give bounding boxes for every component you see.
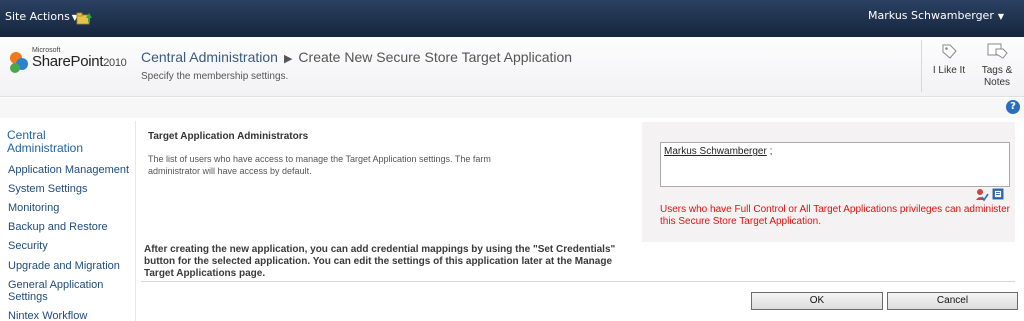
cancel-button[interactable]: Cancel [887,292,1018,310]
logo-product-text: SharePoint2010 [32,53,127,70]
section-title: Target Application Administrators [148,131,309,142]
credentials-note: After creating the new application, you … [144,244,616,279]
nav-item-nintex-workflow[interactable]: Nintex Workflow [8,310,87,321]
help-icon[interactable]: ? [1006,100,1020,114]
user-menu[interactable]: Markus Schwamberger ▼ [868,9,1004,22]
check-names-icon[interactable] [975,188,989,202]
site-actions-label: Site Actions [5,10,70,23]
breadcrumb-separator-icon: ▶ [283,53,293,65]
logo-version-text: 2010 [103,57,127,69]
tags-notes-icon [987,43,1008,59]
breadcrumb: Central Administration ▶ Create New Secure… [141,49,572,65]
nav-item-general-application-settings[interactable]: General Application Settings [8,279,128,303]
ok-button[interactable]: OK [751,292,883,310]
title-divider [921,40,922,92]
help-bar: ? [0,98,1024,118]
i-like-it-button[interactable]: I Like It [926,42,972,77]
navigate-up-icon[interactable] [76,9,92,25]
user-name: Markus Schwamberger [868,9,994,22]
resolved-user[interactable]: Markus Schwamberger [664,146,767,157]
people-separator: ; [766,146,773,157]
address-book-icon[interactable] [992,188,1004,200]
nav-item-security[interactable]: Security [8,240,48,252]
tag-icon [942,44,957,59]
tags-notes-label: Tags & Notes [981,65,1013,88]
title-area: Microsoft SharePoint2010 Central Adminis… [0,37,1024,97]
nav-item-system-settings[interactable]: System Settings [8,183,87,195]
top-bar: Site Actions ▼ Markus Schwamberger ▼ [0,0,1024,37]
page-subtitle: Specify the membership settings. [141,71,289,82]
nav-item-application-management[interactable]: Application Management [8,164,129,176]
breadcrumb-root-link[interactable]: Central Administration [141,49,278,65]
nav-item-backup-restore[interactable]: Backup and Restore [8,221,108,233]
sharepoint-logo-icon [10,52,28,73]
section-description: The list of users who have access to man… [148,154,491,176]
i-like-it-label: I Like It [932,65,966,76]
left-navigation: Central Administration Application Manag… [0,121,136,321]
form-divider [141,281,1015,282]
nav-heading-central-administration[interactable]: Central Administration [7,129,107,155]
site-actions-menu[interactable]: Site Actions ▼ [5,10,78,23]
chevron-down-icon: ▼ [997,12,1004,21]
tags-notes-button[interactable]: Tags & Notes [974,42,1020,89]
nav-item-upgrade-migration[interactable]: Upgrade and Migration [8,260,120,272]
people-picker-input[interactable]: Markus Schwamberger ; [660,142,1010,187]
page-title: Create New Secure Store Target Applicati… [298,49,573,65]
sharepoint-logo[interactable]: Microsoft SharePoint2010 [8,47,132,81]
nav-item-monitoring[interactable]: Monitoring [8,202,59,214]
permissions-warning: Users who have Full Control or All Targe… [660,204,1010,227]
